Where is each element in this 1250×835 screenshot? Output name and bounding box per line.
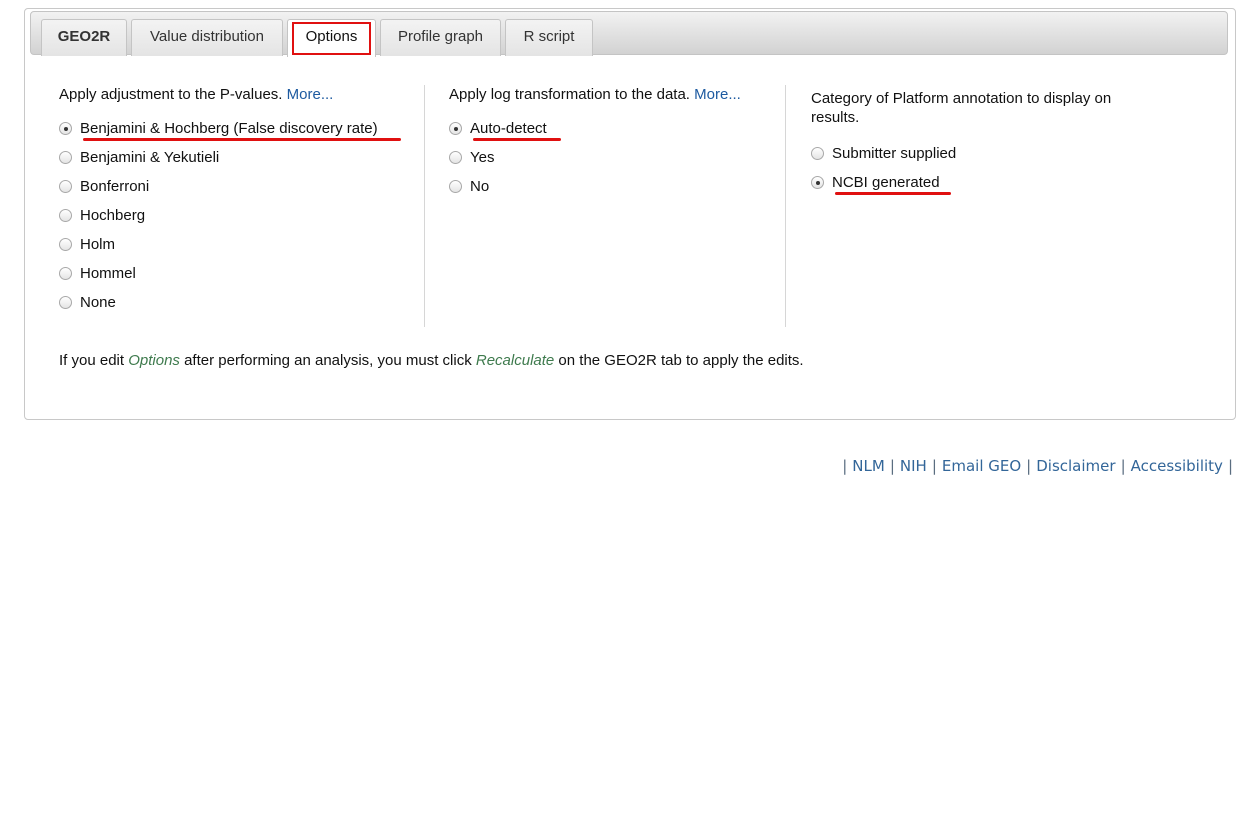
radio-holm[interactable]: Holm [59, 230, 409, 259]
platform-annotation-section: Category of Platform annotation to displ… [811, 89, 1151, 197]
edit-options-note: If you edit Options after performing an … [59, 352, 804, 369]
log-more-link[interactable]: More... [694, 86, 741, 103]
radio-label: None [80, 294, 116, 311]
radio-button-selected[interactable] [59, 122, 72, 135]
note-text: on the GEO2R tab to apply the edits. [554, 352, 804, 369]
note-text: after performing an analysis, you must c… [179, 352, 476, 369]
annotation-heading: Category of Platform annotation to displ… [811, 90, 1112, 126]
pvalue-heading-text: Apply adjustment to the P-values. [59, 86, 283, 103]
radio-submitter-supplied[interactable]: Submitter supplied [811, 139, 1151, 168]
footer-separator: | [1227, 457, 1233, 475]
radio-label: Benjamini & Yekutieli [80, 149, 220, 166]
footer-link-accessibility[interactable]: Accessibility [1131, 457, 1223, 475]
red-underline-annotation [835, 192, 951, 195]
log-heading: Apply log transformation to the data. Mo… [449, 85, 789, 104]
footer-link-nlm[interactable]: NLM [852, 457, 885, 475]
tab-options[interactable]: Options [287, 19, 376, 57]
red-underline-annotation [473, 138, 561, 141]
radio-label: No [470, 178, 490, 195]
radio-button-selected[interactable] [449, 122, 462, 135]
tab-bar: GEO2R Value distribution Options Profile… [30, 11, 1228, 57]
pvalue-adjustment-section: Apply adjustment to the P-values. More..… [59, 85, 409, 317]
tab-geo2r-label: GEO2R [57, 28, 111, 45]
radio-button[interactable] [59, 209, 72, 222]
footer-separator: | [889, 457, 895, 475]
pvalue-more-link[interactable]: More... [287, 86, 334, 103]
radio-label: Holm [80, 236, 116, 253]
radio-yes[interactable]: Yes [449, 143, 789, 172]
radio-none[interactable]: None [59, 288, 409, 317]
radio-bonferroni[interactable]: Bonferroni [59, 172, 409, 201]
radio-label: Submitter supplied [832, 145, 957, 162]
radio-button[interactable] [811, 147, 824, 160]
tab-value-distribution[interactable]: Value distribution [131, 19, 283, 56]
tab-geo2r[interactable]: GEO2R [41, 19, 127, 56]
tab-r-script[interactable]: R script [505, 19, 593, 56]
radio-button[interactable] [59, 151, 72, 164]
red-underline-annotation [83, 138, 401, 141]
radio-label: Auto-detect [470, 120, 547, 137]
footer-separator: | [842, 457, 848, 475]
radio-button[interactable] [449, 151, 462, 164]
radio-label: Hochberg [80, 207, 146, 224]
tab-value-distribution-label: Value distribution [150, 28, 264, 45]
radio-benjamini-hochberg[interactable]: Benjamini & Hochberg (False discovery ra… [59, 114, 409, 143]
radio-label: Hommel [80, 265, 136, 282]
radio-benjamini-yekutieli[interactable]: Benjamini & Yekutieli [59, 143, 409, 172]
tab-profile-graph-label: Profile graph [397, 28, 484, 45]
radio-label: Bonferroni [80, 178, 150, 195]
radio-label: Benjamini & Hochberg (False discovery ra… [80, 120, 378, 137]
column-divider [785, 85, 786, 327]
note-recalculate-word: Recalculate [475, 352, 555, 369]
radio-ncbi-generated[interactable]: NCBI generated [811, 168, 1151, 197]
pvalue-heading: Apply adjustment to the P-values. More..… [59, 85, 409, 104]
radio-hochberg[interactable]: Hochberg [59, 201, 409, 230]
tab-r-script-label: R script [523, 28, 575, 45]
footer-link-nih[interactable]: NIH [900, 457, 927, 475]
radio-button[interactable] [59, 180, 72, 193]
log-heading-text: Apply log transformation to the data. [449, 86, 690, 103]
radio-button[interactable] [59, 238, 72, 251]
footer-separator: | [931, 457, 937, 475]
radio-label: Yes [470, 149, 495, 166]
column-divider [424, 85, 425, 327]
radio-no[interactable]: No [449, 172, 789, 201]
radio-button[interactable] [449, 180, 462, 193]
footer-links: | NLM | NIH | Email GEO | Disclaimer | Accessibil… [837, 457, 1238, 475]
radio-button[interactable] [59, 296, 72, 309]
radio-button-selected[interactable] [811, 176, 824, 189]
footer-separator: | [1026, 457, 1032, 475]
geo2r-panel: GEO2R Value distribution Options Profile… [24, 8, 1236, 420]
radio-label: NCBI generated [832, 174, 940, 191]
radio-button[interactable] [59, 267, 72, 280]
radio-hommel[interactable]: Hommel [59, 259, 409, 288]
note-text: If you edit [59, 352, 129, 369]
footer-separator: | [1120, 457, 1126, 475]
tab-options-label: Options [305, 28, 358, 45]
radio-auto-detect[interactable]: Auto-detect [449, 114, 789, 143]
tab-profile-graph[interactable]: Profile graph [380, 19, 501, 56]
footer-link-email-geo[interactable]: Email GEO [942, 457, 1021, 475]
log-transformation-section: Apply log transformation to the data. Mo… [449, 85, 789, 201]
footer-link-disclaimer[interactable]: Disclaimer [1036, 457, 1115, 475]
note-options-word: Options [128, 352, 180, 369]
